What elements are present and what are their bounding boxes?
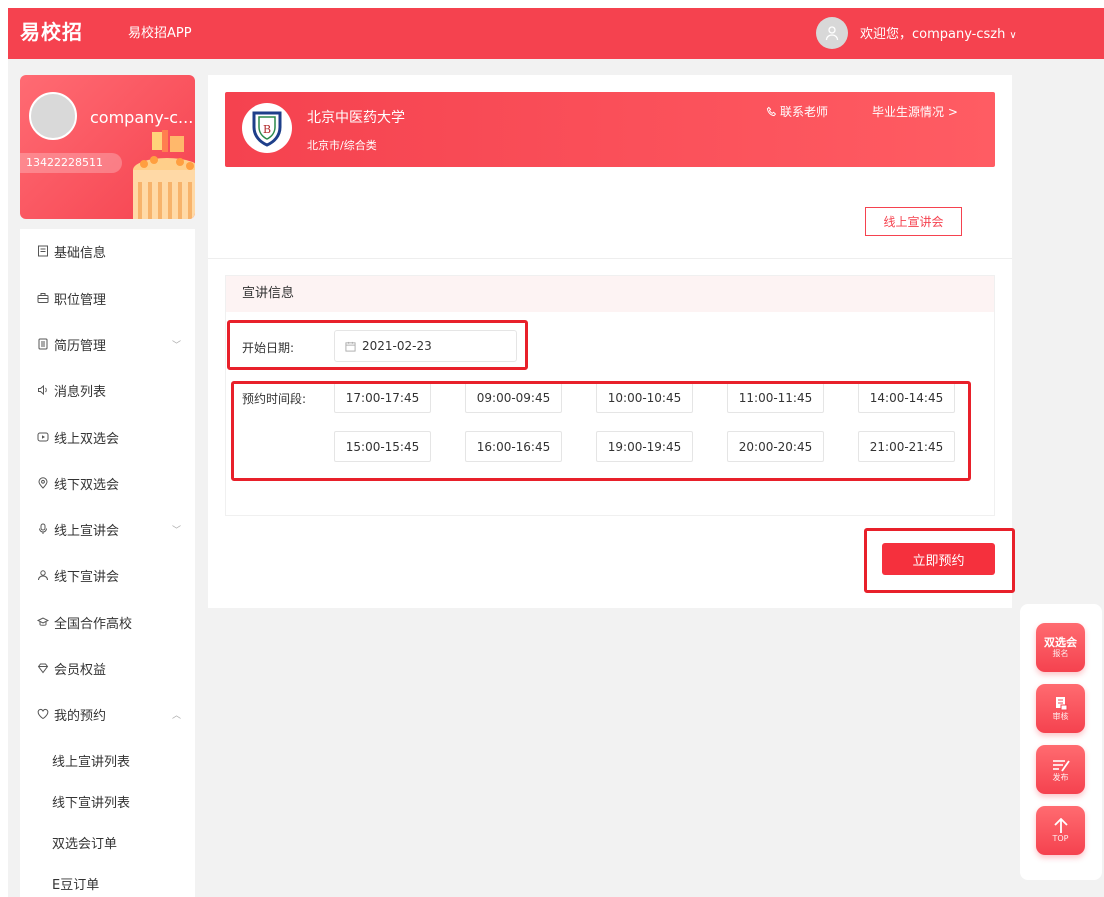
highlight-box-date — [227, 320, 528, 370]
graduation-cap-icon — [36, 615, 50, 629]
review-label: 审核 — [1052, 711, 1069, 721]
sidebar-item-label: 基础信息 — [54, 245, 107, 261]
diamond-icon — [36, 661, 50, 675]
user-avatar[interactable] — [816, 17, 848, 49]
sidebar-subitem-ebean-orders[interactable]: E豆订单 — [20, 865, 195, 897]
document-icon — [36, 244, 50, 258]
sidebar-item-my-bookings[interactable]: 我的预约 ︿ — [20, 694, 195, 734]
sidebar-item-jobs[interactable]: 职位管理 — [20, 278, 195, 318]
sidebar-item-messages[interactable]: 消息列表 — [20, 370, 195, 410]
fair-signup-button[interactable]: 双选会 报名 — [1036, 623, 1085, 672]
profile-card: company-c... 13422228511 — [20, 75, 195, 219]
briefcase-icon — [36, 291, 50, 305]
sidebar-item-online-fair[interactable]: 线上双选会 — [20, 417, 195, 457]
floating-toolbar: 双选会 报名 审核 发布 TOP — [1020, 604, 1102, 880]
profile-phone: 13422228511 — [20, 153, 122, 173]
people-icon — [36, 568, 50, 582]
school-logo: B — [242, 103, 292, 153]
sidebar-item-label: 全国合作高校 — [54, 616, 133, 632]
sidebar-item-label: 我的预约 — [54, 708, 107, 724]
school-subtitle: 北京市/综合类 — [307, 139, 377, 152]
sidebar-subitem-online-talk-list[interactable]: 线上宣讲列表 — [20, 742, 195, 778]
sidebar-menu: 基础信息 职位管理 简历管理 ﹀ 消息列表 线上双选会 线下双选会 线上宣讲会 … — [20, 229, 195, 897]
sidebar-item-resumes[interactable]: 简历管理 ﹀ — [20, 324, 195, 364]
location-icon — [36, 476, 50, 490]
sidebar-item-offline-fair[interactable]: 线下双选会 — [20, 463, 195, 503]
highlight-box-slots — [231, 381, 971, 481]
graduate-source-link[interactable]: 毕业生源情况 > — [872, 103, 958, 120]
cake-illustration — [133, 130, 195, 219]
sidebar-item-schools[interactable]: 全国合作高校 — [20, 602, 195, 642]
user-menu[interactable]: 欢迎您，company-cszh ∨ — [860, 23, 1017, 42]
review-icon — [1055, 696, 1067, 710]
review-button[interactable]: 审核 — [1036, 684, 1085, 733]
contact-teacher-link[interactable]: 联系老师 — [766, 103, 828, 120]
school-name: 北京中医药大学 — [307, 110, 405, 126]
publish-label: 发布 — [1052, 772, 1069, 782]
arrow-up-icon — [1053, 817, 1068, 833]
sidebar-item-label: 职位管理 — [54, 292, 107, 308]
divider — [208, 258, 1012, 259]
publish-button[interactable]: 发布 — [1036, 745, 1085, 794]
sidebar-item-label: 线下宣讲会 — [54, 569, 120, 585]
form-title: 宣讲信息 — [226, 276, 994, 312]
chevron-down-icon: ∨ — [1009, 30, 1017, 41]
profile-name: company-c... — [90, 108, 194, 127]
sidebar-item-online-talk[interactable]: 线上宣讲会 ﹀ — [20, 509, 195, 549]
svg-text:B: B — [263, 123, 271, 136]
app-link[interactable]: 易校招APP — [128, 22, 192, 41]
sidebar-item-label: 简历管理 — [54, 338, 107, 354]
user-icon — [825, 26, 839, 41]
sidebar-item-label: 消息列表 — [54, 384, 107, 400]
resume-icon — [36, 337, 50, 351]
microphone-icon — [36, 522, 50, 536]
school-emblem-icon: B — [252, 111, 282, 147]
sidebar-item-label: 线上双选会 — [54, 431, 120, 447]
welcome-text: 欢迎您，company-cszh — [860, 27, 1006, 42]
top-label: TOP — [1052, 833, 1069, 843]
play-icon — [36, 430, 50, 444]
contact-label: 联系老师 — [780, 105, 829, 119]
phone-icon — [766, 106, 777, 117]
profile-avatar[interactable] — [29, 92, 77, 140]
chevron-down-icon: ﹀ — [171, 525, 181, 536]
speaker-icon — [36, 383, 50, 397]
sidebar-subitem-offline-talk-list[interactable]: 线下宣讲列表 — [20, 783, 195, 819]
site-logo[interactable]: 易校招 — [20, 16, 83, 45]
fair-signup-sub: 报名 — [1052, 649, 1069, 658]
fair-signup-title: 双选会 — [1044, 636, 1077, 649]
heart-icon — [36, 707, 50, 721]
chevron-up-icon: ︿ — [171, 710, 181, 721]
publish-icon — [1052, 759, 1070, 772]
chevron-down-icon: ﹀ — [171, 340, 181, 351]
sidebar-item-label: 线下双选会 — [54, 477, 120, 493]
school-banner: B 北京中医药大学 北京市/综合类 联系老师 毕业生源情况 > — [225, 92, 995, 167]
sidebar-item-offline-talk[interactable]: 线下宣讲会 — [20, 555, 195, 595]
sidebar-item-label: 会员权益 — [54, 662, 107, 678]
online-talk-button[interactable]: 线上宣讲会 — [865, 207, 962, 236]
top-header: 易校招 易校招APP 欢迎您，company-cszh ∨ — [8, 8, 1104, 59]
back-to-top-button[interactable]: TOP — [1036, 806, 1085, 855]
sidebar-item-basic-info[interactable]: 基础信息 — [20, 231, 195, 271]
highlight-box-book — [864, 528, 1015, 593]
sidebar-item-membership[interactable]: 会员权益 — [20, 648, 195, 688]
sidebar-subitem-fair-orders[interactable]: 双选会订单 — [20, 824, 195, 860]
sidebar-item-label: 线上宣讲会 — [54, 523, 120, 539]
